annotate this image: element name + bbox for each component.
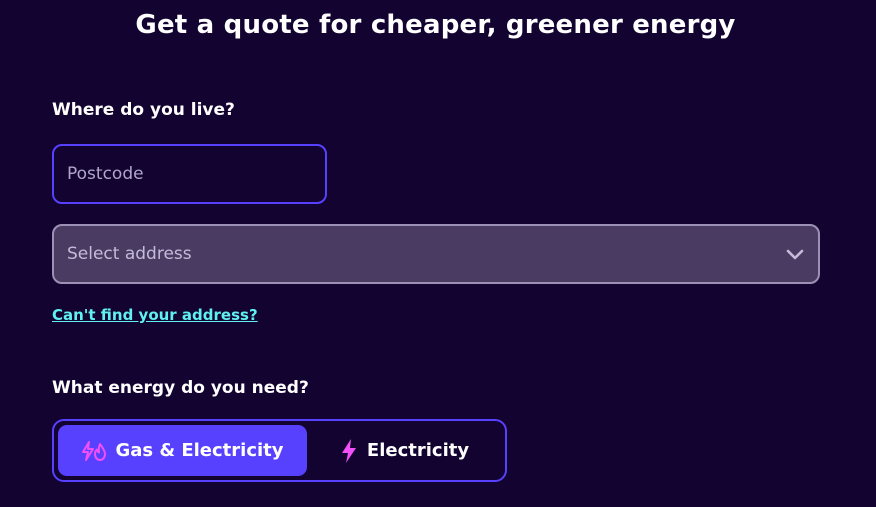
electricity-label: Electricity bbox=[366, 440, 470, 461]
lightning-bolt-icon bbox=[339, 438, 359, 464]
chevron-down-icon bbox=[785, 244, 805, 264]
gas-electricity-label: Gas & Electricity bbox=[115, 440, 284, 461]
gas-electricity-icon bbox=[81, 440, 107, 461]
cant-find-address-link[interactable]: Can't find your address? bbox=[52, 306, 258, 324]
energy-section-label: What energy do you need? bbox=[52, 378, 309, 398]
electricity-option[interactable]: Electricity bbox=[307, 425, 501, 476]
postcode-input[interactable] bbox=[52, 144, 327, 204]
gas-electricity-option[interactable]: Gas & Electricity bbox=[58, 425, 307, 476]
energy-type-toggle: Gas & Electricity Electricity bbox=[52, 419, 507, 482]
location-section-label: Where do you live? bbox=[52, 100, 235, 120]
page-title: Get a quote for cheaper, greener energy bbox=[135, 10, 736, 40]
address-select[interactable]: Select address bbox=[52, 224, 820, 284]
address-select-placeholder: Select address bbox=[67, 244, 192, 264]
